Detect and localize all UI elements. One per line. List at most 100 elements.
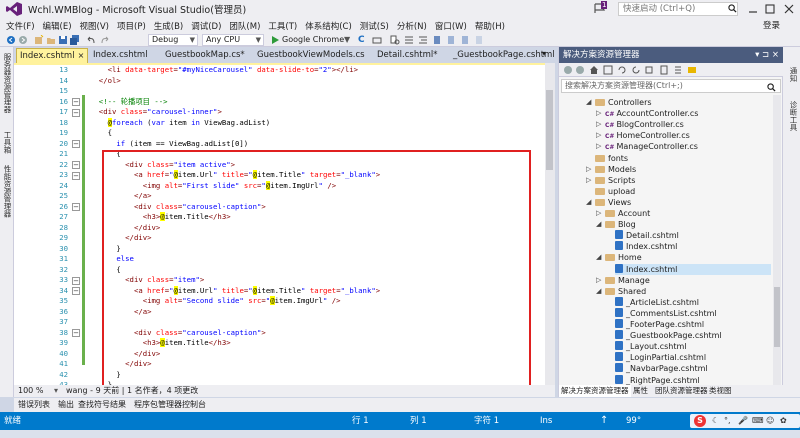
tree-node[interactable]: ▷ C# HomeController.cs bbox=[596, 130, 771, 141]
code-line[interactable]: 34 <a href="@item.Url" title="@item.Titl… bbox=[14, 285, 555, 297]
expand-icon[interactable]: ▷ bbox=[596, 141, 601, 152]
comment-out-icon[interactable] bbox=[404, 35, 414, 45]
code-line[interactable]: 41 </div> bbox=[14, 359, 555, 370]
undo-icon[interactable] bbox=[86, 35, 96, 45]
refresh-icon[interactable] bbox=[631, 65, 641, 75]
code-line[interactable]: 23 <a href="@item.Url" title="@item.Titl… bbox=[14, 170, 555, 181]
new-project-icon[interactable] bbox=[34, 35, 44, 45]
search-icon[interactable] bbox=[728, 4, 737, 13]
code-line[interactable]: 22 <div class="item active"> bbox=[14, 160, 555, 171]
code-line[interactable]: 27 <h3>@item.Title</h3> bbox=[14, 212, 555, 223]
editor-scroll-thumb[interactable] bbox=[546, 90, 553, 170]
sync-icon[interactable] bbox=[617, 65, 627, 75]
sign-in-link[interactable]: 登录 bbox=[763, 19, 780, 31]
fold-toggle-icon[interactable]: − bbox=[72, 108, 80, 117]
browser-target-select[interactable]: Google Chrome bbox=[282, 34, 344, 46]
forward-icon[interactable] bbox=[575, 65, 585, 75]
solution-platform-select[interactable]: Any CPU ▼ bbox=[202, 34, 264, 46]
dropdown-arrow-icon[interactable]: ▼ bbox=[344, 35, 354, 45]
tree-node[interactable]: ◢ Home bbox=[596, 252, 771, 263]
tab-detail-cshtml[interactable]: Detail.cshtml* bbox=[374, 48, 440, 63]
diagnostic-tools-tab[interactable]: 诊断工具 bbox=[788, 101, 799, 131]
keyboard-icon[interactable]: ⌨ bbox=[752, 414, 764, 428]
tab-package-manager-console[interactable]: 程序包管理器控制台 bbox=[134, 398, 206, 412]
chevron-down-icon[interactable]: ▾ bbox=[54, 385, 58, 397]
code-line[interactable]: 14 </ol> bbox=[14, 76, 555, 87]
code-editor[interactable]: 13 <li data-target="#myNiceCarousel" dat… bbox=[14, 63, 555, 385]
next-bookmark-icon[interactable] bbox=[446, 35, 456, 45]
code-line[interactable]: 29 </div> bbox=[14, 233, 555, 244]
browser-link-icon[interactable] bbox=[372, 35, 382, 45]
collapse-icon[interactable]: ◢ bbox=[596, 286, 601, 297]
tree-node[interactable]: ▷ Account bbox=[596, 208, 771, 219]
tree-node[interactable]: Index.cshtml bbox=[615, 263, 771, 275]
back-icon[interactable] bbox=[563, 65, 573, 75]
collapse-icon[interactable]: ◢ bbox=[586, 197, 591, 208]
pending-changes-filter-icon[interactable] bbox=[603, 65, 613, 75]
menu-help[interactable]: 帮助(H) bbox=[475, 20, 505, 32]
menu-window[interactable]: 窗口(W) bbox=[435, 20, 467, 32]
toolbox-tab[interactable]: 工具箱 bbox=[2, 131, 13, 154]
notifications-tab[interactable]: 通知 bbox=[788, 67, 799, 82]
code-line[interactable]: 21 { bbox=[14, 149, 555, 160]
tab-class-view[interactable]: 类视图 bbox=[707, 385, 734, 397]
server-explorer-tab[interactable]: 服务器资源管理器 bbox=[2, 53, 13, 113]
code-line[interactable]: 40 </div> bbox=[14, 349, 555, 360]
code-line[interactable]: 39 <h3>@item.Title</h3> bbox=[14, 338, 555, 349]
fold-toggle-icon[interactable]: − bbox=[72, 329, 80, 337]
tree-node[interactable]: _NavbarPage.cshtml bbox=[615, 363, 771, 374]
minimize-button[interactable] bbox=[746, 2, 760, 16]
fold-toggle-icon[interactable]: − bbox=[72, 140, 80, 148]
show-all-files-icon[interactable] bbox=[659, 65, 669, 75]
code-line[interactable]: 38 <div class="carousel-caption"> bbox=[14, 328, 555, 339]
panel-window-buttons[interactable]: ▾ ⊐ × bbox=[755, 47, 779, 63]
code-line[interactable]: 35 <img alt="Second slide" src="@item.Im… bbox=[14, 296, 555, 307]
code-line[interactable]: 30 } bbox=[14, 244, 555, 255]
tree-node[interactable]: _CommentsList.cshtml bbox=[615, 307, 771, 319]
expand-icon[interactable]: ▷ bbox=[596, 130, 601, 141]
code-line[interactable]: 25 </a> bbox=[14, 191, 555, 202]
code-line[interactable]: 31 else bbox=[14, 254, 555, 265]
code-line[interactable]: 28 </div> bbox=[14, 223, 555, 234]
redo-icon[interactable] bbox=[100, 35, 110, 45]
prev-bookmark-icon[interactable] bbox=[460, 35, 470, 45]
punctuation-icon[interactable]: °, bbox=[724, 414, 731, 428]
menu-analyze[interactable]: 分析(N) bbox=[397, 20, 427, 32]
skin-icon[interactable]: ✿ bbox=[780, 414, 787, 428]
code-line[interactable]: 42 } bbox=[14, 370, 555, 381]
expand-icon[interactable]: ▷ bbox=[596, 208, 601, 219]
tree-node[interactable]: Detail.cshtml bbox=[615, 230, 771, 241]
tree-node[interactable]: _Layout.cshtml bbox=[615, 341, 771, 352]
menu-file[interactable]: 文件(F) bbox=[6, 20, 35, 32]
expand-icon[interactable]: ▷ bbox=[596, 119, 601, 130]
tree-node[interactable]: _FooterPage.cshtml bbox=[615, 319, 771, 330]
zoom-level[interactable]: 100 % bbox=[18, 385, 43, 397]
fold-toggle-icon[interactable]: − bbox=[72, 276, 80, 285]
code-line[interactable]: 16 <!-- 轮播项目 --> bbox=[14, 97, 555, 108]
menu-build[interactable]: 生成(B) bbox=[154, 20, 183, 32]
performance-explorer-tab[interactable]: 性能资源管理器 bbox=[2, 165, 13, 218]
tree-node[interactable]: _ArticleList.cshtml bbox=[615, 296, 771, 308]
menu-test[interactable]: 测试(S) bbox=[360, 20, 389, 32]
tree-node[interactable]: ▷ C# AccountController.cs bbox=[596, 108, 771, 119]
fold-toggle-icon[interactable]: − bbox=[72, 161, 80, 169]
menu-edit[interactable]: 编辑(E) bbox=[43, 20, 72, 32]
menu-tools[interactable]: 工具(T) bbox=[268, 20, 297, 32]
code-line[interactable]: 19 { bbox=[14, 128, 555, 139]
tree-node[interactable]: ▷ Scripts bbox=[586, 175, 771, 186]
code-line[interactable]: 24 <img alt="First slide" src="@item.Img… bbox=[14, 180, 555, 192]
code-line[interactable]: 32 { bbox=[14, 265, 555, 276]
expand-icon[interactable]: ▷ bbox=[586, 164, 591, 175]
tree-node[interactable]: ▷ C# ManageController.cs bbox=[596, 141, 771, 152]
solution-config-select[interactable]: Debug ▼ bbox=[148, 34, 198, 46]
start-debugging-icon[interactable] bbox=[270, 35, 280, 45]
menu-view[interactable]: 视图(V) bbox=[80, 20, 109, 32]
bookmark-icon[interactable] bbox=[432, 35, 442, 45]
tree-node[interactable]: _GuestbookPage.cshtml bbox=[615, 330, 771, 341]
code-line[interactable]: 15 bbox=[14, 86, 555, 97]
tab-team-explorer[interactable]: 团队资源管理器 bbox=[653, 385, 710, 397]
expand-icon[interactable]: ▷ bbox=[586, 175, 591, 186]
code-line[interactable]: 26 <div class="carousel-caption"> bbox=[14, 202, 555, 213]
find-in-files-icon[interactable] bbox=[390, 35, 400, 45]
home-icon[interactable] bbox=[589, 65, 599, 75]
